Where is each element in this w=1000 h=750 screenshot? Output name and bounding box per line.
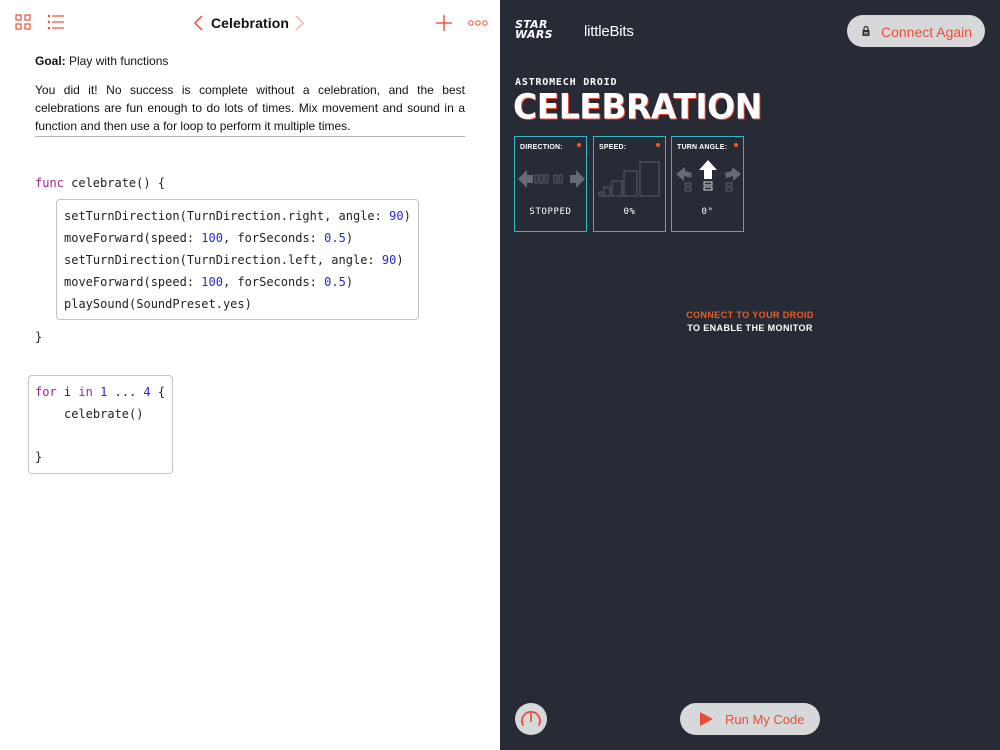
code-line[interactable]: setTurnDirection(TurnDirection.left, ang… <box>64 252 404 268</box>
status-dot <box>577 143 581 147</box>
turn-angle-icon <box>676 160 741 192</box>
page-title: Celebration <box>210 15 290 31</box>
chevron-right-icon[interactable] <box>292 15 306 31</box>
code-text: setTurnDirection(TurnDirection.right, an… <box>64 209 390 223</box>
in-keyword: in <box>78 385 93 399</box>
loop-variable: i <box>56 385 79 399</box>
code-text: playSound(SoundPreset.yes) <box>64 297 252 311</box>
turn-angle-panel: TURN ANGLE: 0° <box>671 136 744 232</box>
turn-angle-value: 0° <box>701 207 714 217</box>
speedometer-button[interactable] <box>515 703 547 735</box>
run-button-label: Run My Code <box>725 712 805 727</box>
goal-text: Play with functions <box>69 54 169 68</box>
toolbar: Celebration <box>0 0 500 46</box>
code-number: 90 <box>389 209 404 223</box>
connect-button-label: Connect Again <box>881 24 973 40</box>
littlebits-logo: littleBits <box>584 23 634 40</box>
code-number: 0.5 <box>324 231 346 245</box>
closing-brace: } <box>35 450 43 464</box>
divider <box>35 136 465 137</box>
plus-icon[interactable] <box>435 14 453 32</box>
message-line-1: CONNECT TO YOUR DROID <box>686 310 814 320</box>
for-loop-header[interactable]: for i in 1 ... 4 { <box>35 384 165 400</box>
panel-label: DIRECTION: <box>520 144 563 151</box>
speed-bars-icon <box>598 161 660 197</box>
code-number: 100 <box>201 275 223 289</box>
message-line-2: TO ENABLE THE MONITOR <box>687 323 813 333</box>
panel-label: TURN ANGLE: <box>677 144 728 151</box>
code-line[interactable]: setTurnDirection(TurnDirection.right, an… <box>64 208 411 224</box>
code-line[interactable]: moveForward(speed: 100, forSeconds: 0.5) <box>64 230 353 246</box>
code-number: 90 <box>381 253 397 267</box>
range-operator: ... <box>107 385 144 399</box>
direction-value: STOPPED <box>529 207 572 217</box>
code-text: ) <box>345 275 354 289</box>
code-text: setTurnDirection(TurnDirection.left, ang… <box>64 253 382 267</box>
code-number: 0.5 <box>324 275 346 289</box>
description: You did it! No success is complete witho… <box>35 83 465 133</box>
goal-line: Goal: Play with functions <box>35 52 465 70</box>
logo-line: WARS <box>515 28 553 41</box>
monitor-title: CELEBRATION <box>513 86 762 127</box>
connect-again-button[interactable]: Connect Again <box>847 15 985 47</box>
live-view: STAR WARS littleBits Connect Again ASTRO… <box>500 0 1000 750</box>
run-my-code-button[interactable]: Run My Code <box>680 703 820 735</box>
func-signature: celebrate() { <box>63 176 166 190</box>
star-wars-logo: STAR WARS <box>515 19 553 41</box>
status-dot <box>734 143 738 147</box>
code-text: , forSeconds: <box>222 231 325 245</box>
goal-label: Goal: <box>35 54 66 68</box>
panel-label: SPEED: <box>599 144 627 151</box>
open-brace: { <box>150 385 166 399</box>
code-text: , forSeconds: <box>222 275 325 289</box>
speedometer-icon <box>521 711 541 726</box>
status-dot <box>656 143 660 147</box>
code-number: 100 <box>201 231 223 245</box>
for-keyword: for <box>35 385 57 399</box>
playground-editor: Celebration Goal: Play with functions Yo… <box>0 0 500 750</box>
code-line[interactable]: moveForward(speed: 100, forSeconds: 0.5) <box>64 274 353 290</box>
direction-panel: DIRECTION: STOPPED <box>514 136 587 232</box>
code-text: ) <box>403 209 411 223</box>
code-text: moveForward(speed: <box>64 231 202 245</box>
code-text: moveForward(speed: <box>64 275 202 289</box>
connect-message: CONNECT TO YOUR DROID TO ENABLE THE MONI… <box>500 309 1000 335</box>
code-text: ) <box>396 253 404 267</box>
lock-icon <box>862 25 870 36</box>
code-line[interactable]: playSound(SoundPreset.yes) <box>64 296 252 312</box>
speed-panel: SPEED: 0% <box>593 136 666 232</box>
func-declaration: func celebrate() { <box>35 175 165 191</box>
play-icon <box>700 712 713 726</box>
code-line[interactable]: celebrate() <box>64 406 143 422</box>
speed-value: 0% <box>623 207 636 217</box>
closing-brace: } <box>35 330 43 344</box>
func-keyword: func <box>35 176 64 190</box>
range-end: 4 <box>143 385 151 399</box>
more-icon[interactable] <box>468 14 488 32</box>
instructions: Goal: Play with functions You did it! No… <box>35 52 465 135</box>
direction-arrows-icon <box>518 170 585 188</box>
code-text: ) <box>345 231 354 245</box>
